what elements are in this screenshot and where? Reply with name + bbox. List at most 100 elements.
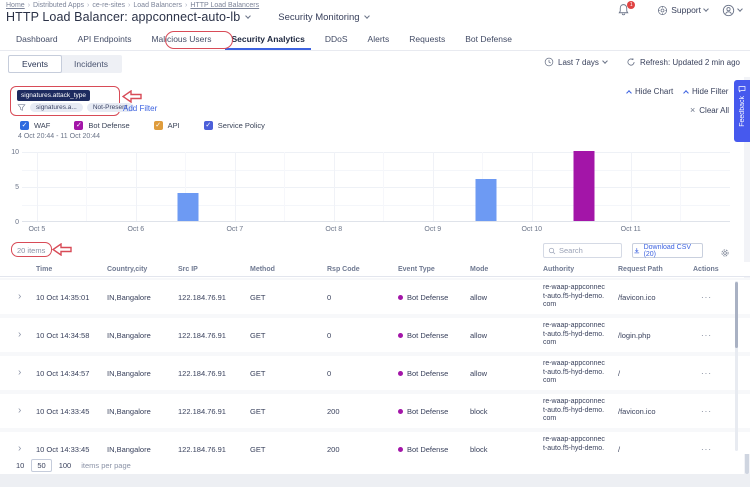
chevron-up-icon bbox=[683, 90, 689, 96]
column-header-mode[interactable]: Mode bbox=[470, 266, 543, 273]
tab-requests[interactable]: Requests bbox=[403, 30, 451, 50]
gridline bbox=[680, 152, 681, 221]
close-icon: × bbox=[690, 105, 695, 115]
column-header-country-city[interactable]: Country,city bbox=[107, 266, 178, 273]
page-size-option-100[interactable]: 100 bbox=[59, 461, 72, 470]
time-range-select[interactable]: Last 7 days bbox=[544, 57, 607, 67]
row-actions-menu-icon[interactable]: ··· bbox=[693, 407, 750, 416]
cell-country-city: IN,Bangalore bbox=[107, 407, 178, 416]
column-header-time[interactable]: Time bbox=[36, 266, 107, 273]
cell-src-ip: 122.184.76.91 bbox=[178, 445, 250, 454]
user-menu[interactable] bbox=[722, 4, 742, 17]
legend-item-bot-defense[interactable]: ✓Bot Defense bbox=[74, 121, 129, 130]
events-incidents-toggle: Events Incidents bbox=[8, 55, 122, 73]
clear-all-button[interactable]: × Clear All bbox=[690, 105, 729, 115]
cell-event-type: Bot Defense bbox=[398, 331, 470, 340]
page-header: HTTP Load Balancer: appconnect-auto-lb S… bbox=[6, 10, 369, 24]
breadcrumb-item-http-load-balancers[interactable]: HTTP Load Balancers bbox=[190, 2, 259, 9]
incidents-button[interactable]: Incidents bbox=[60, 55, 122, 73]
row-expand-chevron-icon[interactable]: › bbox=[0, 445, 36, 453]
gridline bbox=[86, 152, 87, 221]
checkbox-checked-icon[interactable]: ✓ bbox=[154, 121, 163, 130]
table-row[interactable]: ›10 Oct 14:34:58IN,Bangalore122.184.76.9… bbox=[0, 318, 750, 352]
feedback-tab[interactable]: Feedback bbox=[734, 80, 750, 142]
add-filter-button[interactable]: Add Filter bbox=[123, 104, 157, 113]
chart-bar-bot-defense[interactable] bbox=[574, 151, 595, 221]
download-icon bbox=[633, 247, 641, 255]
tab-dashboard[interactable]: Dashboard bbox=[10, 30, 64, 50]
table-scrollbar-thumb[interactable] bbox=[735, 282, 738, 348]
gridline bbox=[22, 170, 730, 171]
row-actions-menu-icon[interactable]: ··· bbox=[693, 369, 750, 378]
event-type-label: Bot Defense bbox=[407, 445, 448, 454]
tab-alerts[interactable]: Alerts bbox=[362, 30, 396, 50]
column-header-rsp-code[interactable]: Rsp Code bbox=[327, 266, 398, 273]
cell-src-ip: 122.184.76.91 bbox=[178, 407, 250, 416]
column-header-method[interactable]: Method bbox=[250, 266, 327, 273]
cell-time: 10 Oct 14:33:45 bbox=[36, 445, 107, 454]
row-actions-menu-icon[interactable]: ··· bbox=[693, 445, 750, 454]
breadcrumb-item-distributed-apps[interactable]: Distributed Apps bbox=[33, 2, 84, 9]
row-expand-chevron-icon[interactable]: › bbox=[0, 293, 36, 301]
page-size-option-50[interactable]: 50 bbox=[31, 459, 51, 472]
chart-legend: ✓WAF ✓Bot Defense ✓API ✓Service Policy bbox=[20, 121, 265, 130]
breadcrumb-item-load-balancers[interactable]: Load Balancers bbox=[133, 2, 182, 9]
table-row[interactable]: ›10 Oct 14:33:45IN,Bangalore122.184.76.9… bbox=[0, 432, 750, 454]
events-bar-chart: Oct 5Oct 6Oct 7Oct 8Oct 9Oct 10Oct 11051… bbox=[0, 145, 750, 237]
chart-bar-waf[interactable] bbox=[476, 179, 497, 221]
column-header-actions[interactable]: Actions bbox=[693, 266, 750, 273]
checkbox-checked-icon[interactable]: ✓ bbox=[74, 121, 83, 130]
tab-api-endpoints[interactable]: API Endpoints bbox=[72, 30, 138, 50]
annotation-arrow-items-count bbox=[52, 243, 72, 256]
breadcrumb-item-home[interactable]: Home bbox=[6, 2, 25, 9]
column-header-authority[interactable]: Authority bbox=[543, 266, 618, 273]
chart-bar-waf[interactable] bbox=[178, 193, 199, 221]
table-row[interactable]: ›10 Oct 14:35:01IN,Bangalore122.184.76.9… bbox=[0, 280, 750, 314]
breadcrumb-item-ce-re-sites[interactable]: ce-re-sites bbox=[92, 2, 125, 9]
search-input[interactable] bbox=[559, 246, 617, 255]
legend-item-api[interactable]: ✓API bbox=[154, 121, 180, 130]
column-header-src-ip[interactable]: Src IP bbox=[178, 266, 250, 273]
tab-bot-defense[interactable]: Bot Defense bbox=[459, 30, 518, 50]
checkbox-checked-icon[interactable]: ✓ bbox=[20, 121, 29, 130]
chevron-down-icon[interactable] bbox=[245, 13, 251, 19]
tab-malicious-users[interactable]: Malicious Users bbox=[145, 30, 217, 50]
table-settings-button[interactable] bbox=[720, 244, 730, 262]
monitoring-mode-select[interactable]: Security Monitoring bbox=[278, 12, 368, 23]
row-expand-chevron-icon[interactable]: › bbox=[0, 331, 36, 339]
tab-bar: Dashboard API Endpoints Malicious Users Sec… bbox=[0, 29, 750, 51]
cell-time: 10 Oct 14:35:01 bbox=[36, 293, 107, 302]
row-actions-menu-icon[interactable]: ··· bbox=[693, 331, 750, 340]
hide-chart-button[interactable]: Hide Chart bbox=[627, 87, 673, 96]
checkbox-checked-icon[interactable]: ✓ bbox=[204, 121, 213, 130]
chat-bubble-icon bbox=[738, 85, 746, 93]
hide-filter-button[interactable]: Hide Filter bbox=[684, 87, 728, 96]
page-size-option-10[interactable]: 10 bbox=[16, 461, 24, 470]
notification-bell-icon[interactable]: 1 bbox=[617, 3, 631, 17]
column-header-request-path[interactable]: Request Path bbox=[618, 266, 693, 273]
gridline bbox=[22, 152, 730, 153]
row-expand-chevron-icon[interactable]: › bbox=[0, 407, 36, 415]
app-window: Home›Distributed Apps›ce-re-sites›Load B… bbox=[0, 0, 750, 487]
filter-search-input[interactable]: signatures.attack_type bbox=[17, 90, 90, 101]
gridline bbox=[433, 152, 434, 221]
filter-field-chip[interactable]: signatures.a... bbox=[30, 103, 83, 112]
events-button[interactable]: Events bbox=[8, 55, 62, 73]
support-menu[interactable]: Support bbox=[657, 5, 708, 16]
legend-item-service-policy[interactable]: ✓Service Policy bbox=[204, 121, 265, 130]
column-header-event-type[interactable]: Event Type bbox=[398, 266, 470, 273]
cell-src-ip: 122.184.76.91 bbox=[178, 293, 250, 302]
cell-rsp-code: 200 bbox=[327, 407, 398, 416]
download-csv-button[interactable]: Download CSV (20) bbox=[632, 243, 703, 258]
tab-ddos[interactable]: DDoS bbox=[319, 30, 354, 50]
breadcrumb-separator-icon: › bbox=[185, 2, 187, 9]
table-row[interactable]: ›10 Oct 14:34:57IN,Bangalore122.184.76.9… bbox=[0, 356, 750, 390]
legend-item-waf[interactable]: ✓WAF bbox=[20, 121, 50, 130]
tab-security-analytics[interactable]: Security Analytics bbox=[225, 30, 310, 50]
x-axis-tick-label: Oct 6 bbox=[127, 226, 144, 233]
refresh-button[interactable]: Refresh: Updated 2 min ago bbox=[626, 57, 740, 67]
row-expand-chevron-icon[interactable]: › bbox=[0, 369, 36, 377]
row-actions-menu-icon[interactable]: ··· bbox=[693, 293, 750, 302]
table-row[interactable]: ›10 Oct 14:33:45IN,Bangalore122.184.76.9… bbox=[0, 394, 750, 428]
cell-mode: allow bbox=[470, 369, 543, 378]
